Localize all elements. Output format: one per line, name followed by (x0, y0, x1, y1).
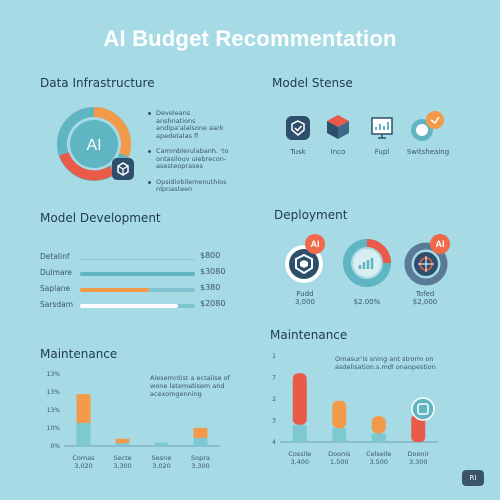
x-category-label: Secte 3,300 (113, 454, 132, 470)
deployment-caption-2: $2.00% (353, 298, 381, 306)
y-tick-label: 13% (47, 389, 61, 396)
chart-board-icon (368, 114, 396, 142)
deployment-caption-1: Fudd 3,000 (294, 290, 316, 306)
model-stense-title: Model Stense (272, 76, 353, 90)
bar-segment-teal (371, 433, 386, 442)
list-item: Opsidiobilemenuthios nlpnasteen (148, 178, 230, 194)
y-tick-label: 3 (272, 418, 276, 425)
model-development-row-value: $2080 (200, 299, 226, 308)
deployment-caption-3: Tofed $2,000 (412, 290, 438, 306)
list-item: Develeans anshnations andipa'alalsone aa… (148, 109, 230, 140)
y-tick-label: 0% (50, 443, 60, 450)
shield-badge-icon (411, 397, 435, 421)
model-development-bar-fill (80, 304, 178, 308)
model-stense-label-switsheaing: Switsheaing (406, 148, 450, 156)
bar-segment-teal (292, 424, 307, 442)
y-tick-label: 1 (272, 353, 276, 360)
bar-segment-teal (154, 442, 169, 446)
y-tick-label: 10% (47, 425, 61, 432)
x-category-label: Comas 3,020 (72, 454, 95, 470)
deployment-title: Deployment (274, 208, 348, 222)
model-development-bar-fill (80, 288, 149, 292)
y-tick-label: 2 (272, 396, 276, 403)
model-development-row-value: $800 (200, 251, 221, 260)
bar-segment-teal (193, 437, 208, 446)
bar-segment-top (193, 427, 208, 438)
bar-segment-teal (76, 422, 91, 446)
bar-segment-top (371, 416, 386, 434)
y-tick-label: 7 (272, 375, 276, 382)
bar-segment-teal (115, 443, 130, 446)
model-development-title: Model Development (40, 211, 161, 225)
maintenance-left-title: Maintenance (40, 347, 118, 361)
check-shield-icon (284, 114, 312, 142)
maintenance-right-title: Maintenance (270, 328, 348, 342)
bar-segment-top (292, 373, 307, 425)
x-category-label: Cossile 3,400 (288, 450, 312, 466)
y-tick-label: 4 (272, 439, 276, 446)
x-category-label: Sopra 3,300 (191, 454, 210, 470)
bar-segment-top (115, 438, 130, 444)
page-title: AI Budget Recommentation (103, 26, 397, 51)
data-infrastructure-bullets: Develeans anshnations andipa'alalsone aa… (148, 109, 230, 202)
cube-stack-icon (324, 112, 352, 140)
x-category-label: Doonis 1,500 (328, 450, 351, 466)
y-tick-label: 13% (47, 371, 61, 378)
corner-button[interactable]: RI (462, 470, 484, 486)
data-infrastructure-title: Data Infrastructure (40, 76, 155, 90)
deployment-ai-badge-3: AI (430, 234, 450, 254)
model-development-bar-track (80, 256, 195, 260)
maintenance-left-chart: 13% 13% 13% 10% 0% (47, 371, 220, 450)
bar-segment-top (332, 400, 347, 429)
rocket-badge-icon (408, 110, 446, 144)
list-item: Cammblerulabanh. 'to ontasilouv uiebreco… (148, 147, 230, 171)
model-development-row-value: $380 (200, 283, 221, 292)
bar-segment-top (76, 394, 91, 423)
model-development-bar-fill (80, 272, 195, 276)
deployment-ai-badge-1: AI (305, 234, 325, 254)
cube-badge-icon (112, 158, 134, 180)
x-category-label: Celseile 3,500 (366, 450, 392, 466)
deployment-donut-2 (343, 239, 391, 287)
donut-center-label: AI (86, 137, 101, 154)
x-category-label: Doonir 3,300 (407, 450, 430, 466)
model-development-row-value: $3080 (200, 267, 226, 276)
x-category-label: Sesne 3,020 (151, 454, 172, 470)
y-tick-label: 13% (47, 407, 61, 414)
bar-segment-teal (332, 428, 347, 442)
